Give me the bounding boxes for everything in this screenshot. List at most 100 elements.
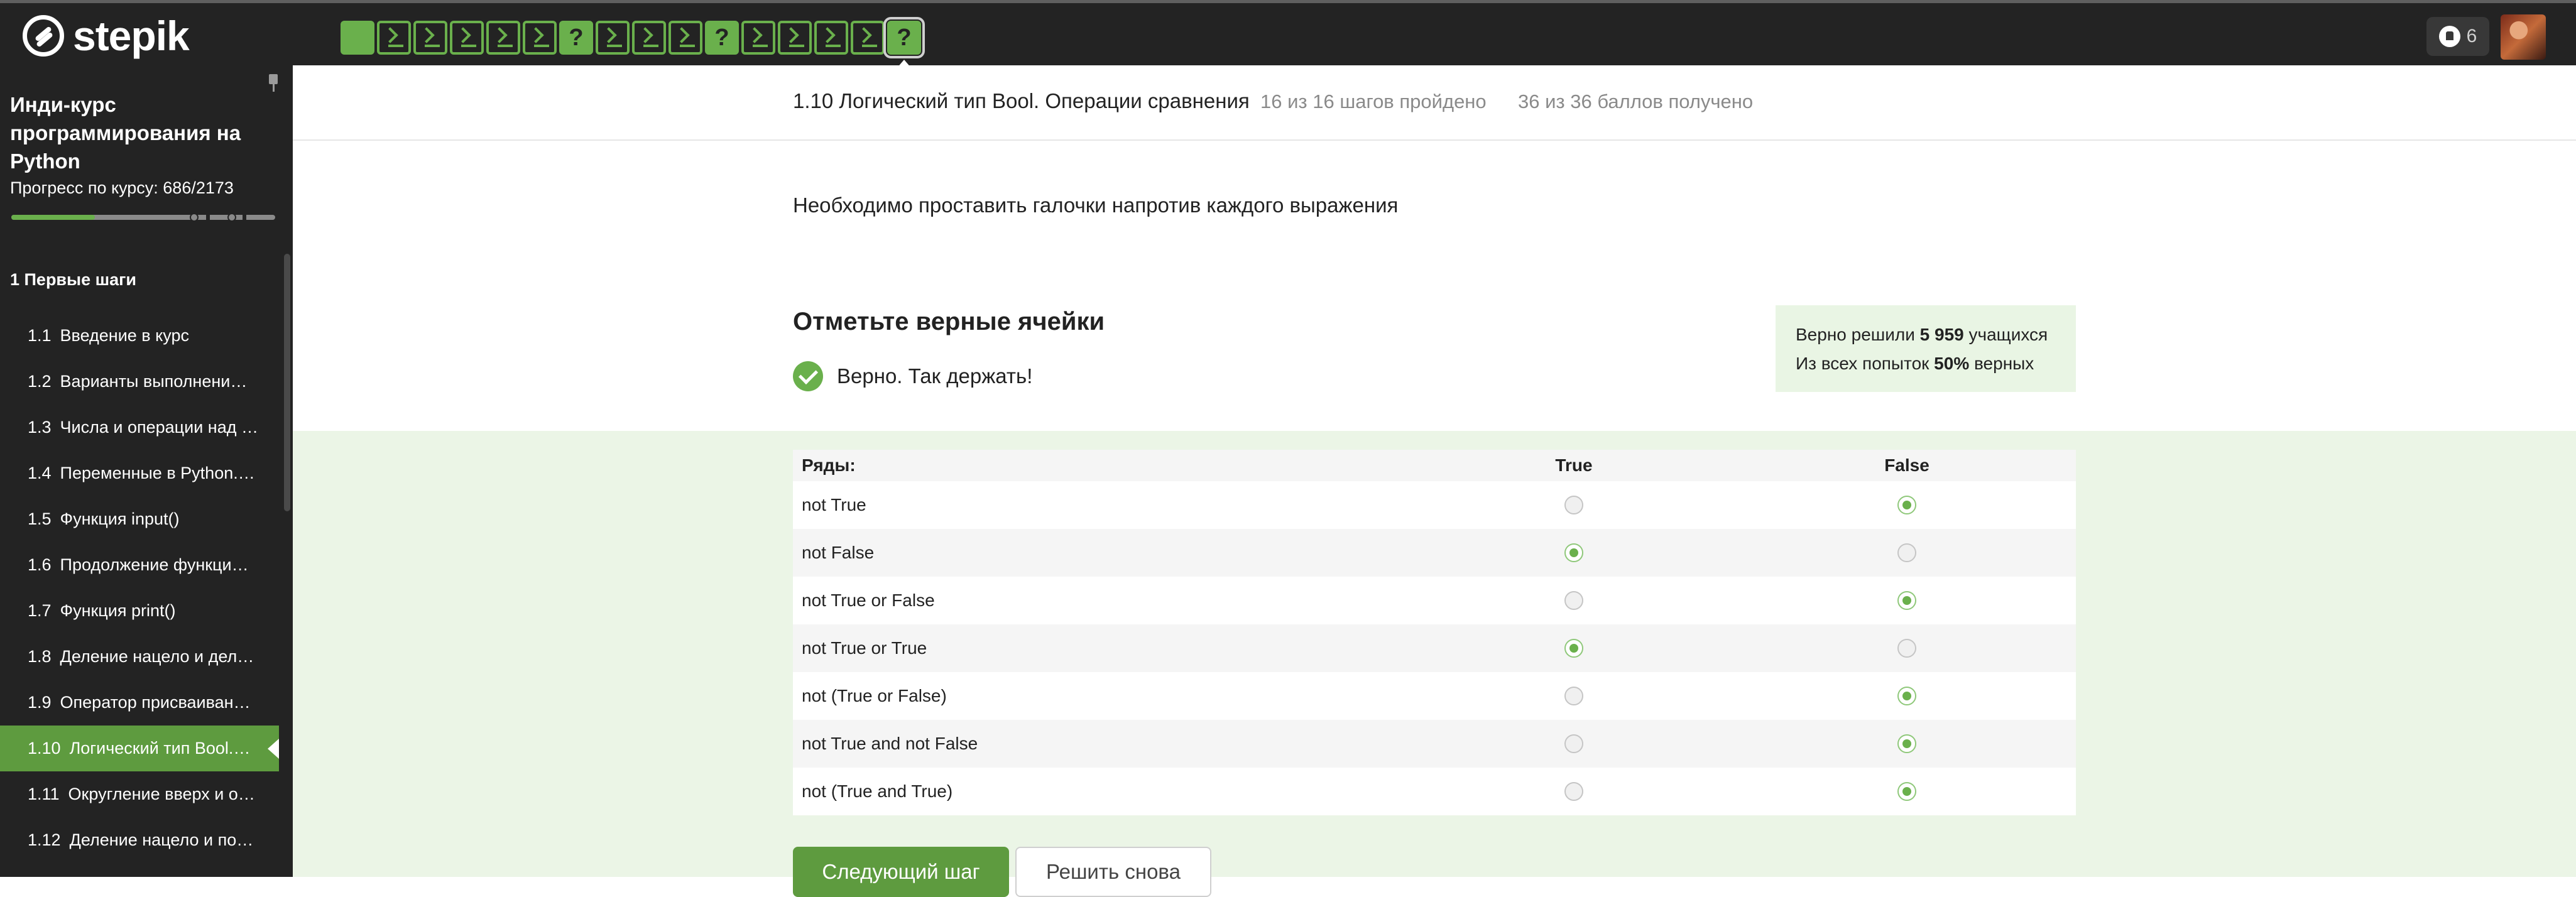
lesson-title: Числа и операции над …	[60, 418, 258, 437]
lesson-item[interactable]: 1.11 Округление вверх и о…	[0, 771, 279, 817]
lesson-item[interactable]: 1.5 Функция input()	[0, 496, 279, 542]
step-code[interactable]	[486, 21, 520, 55]
course-progress-fill	[11, 215, 95, 220]
radio-false[interactable]	[1897, 591, 1916, 610]
lesson-item[interactable]: 1.7 Функция print()	[0, 588, 279, 634]
step-code[interactable]	[523, 21, 557, 55]
step-code[interactable]	[851, 21, 885, 55]
lesson-header: 1.10 Логический тип Bool. Операции сравн…	[293, 65, 2576, 141]
radio-true[interactable]	[1564, 543, 1583, 562]
step-code[interactable]	[413, 21, 447, 55]
correct-message: Верно. Так держать!	[837, 364, 1033, 388]
stepik-logo[interactable]: stepik	[23, 13, 190, 59]
radio-false[interactable]	[1897, 734, 1916, 753]
table-row: not True or True	[793, 624, 2076, 672]
row-expression: not True and not False	[802, 734, 978, 753]
radio-true[interactable]	[1564, 496, 1583, 514]
main-content: 1.10 Логический тип Bool. Операции сравн…	[293, 65, 2576, 897]
table-row: not (True or False)	[793, 672, 2076, 720]
step-code[interactable]	[669, 21, 702, 55]
radio-false[interactable]	[1897, 496, 1916, 514]
lesson-title: Варианты выполнени…	[60, 372, 248, 391]
lesson-title: Функция input()	[60, 509, 180, 528]
lesson-item[interactable]: 1.8 Деление нацело и дел…	[0, 634, 279, 680]
correct-feedback: Верно. Так держать!	[793, 361, 1032, 392]
lesson-item[interactable]: 1.1 Введение в курс	[0, 313, 279, 359]
radio-false[interactable]	[1897, 639, 1916, 658]
logo-text: stepik	[73, 13, 190, 59]
step-code[interactable]	[596, 21, 630, 55]
lesson-number: 1.8	[28, 647, 52, 666]
lesson-item[interactable]: 1.4 Переменные в Python.…	[0, 450, 279, 496]
row-expression: not True or False	[802, 590, 935, 610]
lesson-number: 1.4	[28, 464, 52, 482]
solve-stats: Верно решили 5 959 учащихся Из всех попы…	[1776, 305, 2076, 392]
radio-true[interactable]	[1564, 591, 1583, 610]
row-expression: not (True or False)	[802, 686, 947, 705]
lesson-number: 1.7	[28, 601, 52, 620]
stats-attempts-line: Из всех попыток 50% верных	[1796, 354, 2034, 373]
sidebar-scrollbar[interactable]	[284, 254, 290, 511]
step-code[interactable]	[450, 21, 484, 55]
module-title[interactable]: 1 Первые шаги	[10, 270, 136, 290]
notifications-button[interactable]: 6	[2426, 17, 2489, 56]
course-title[interactable]: Инди-курс программирования на Python	[10, 90, 261, 175]
row-expression: not True or True	[802, 638, 927, 658]
lesson-item-current[interactable]: 1.10 Логический тип Bool.…	[0, 726, 279, 771]
table-row: not True	[793, 481, 2076, 529]
table-row: not True or False	[793, 577, 2076, 624]
user-avatar[interactable]	[2501, 14, 2546, 60]
notifications-count: 6	[2466, 26, 2477, 46]
row-expression: not True	[802, 495, 866, 514]
lesson-number: 1.5	[28, 509, 52, 528]
radio-true[interactable]	[1564, 639, 1583, 658]
lesson-title: Деление нацело и по…	[69, 830, 254, 849]
radio-true[interactable]	[1564, 734, 1583, 753]
course-progress-label: Прогресс по курсу: 686/2173	[10, 178, 234, 197]
lesson-points: 36 из 36 баллов получено	[1518, 90, 1754, 112]
lesson-title: 1.10 Логический тип Bool. Операции сравн…	[793, 89, 1250, 112]
step-text[interactable]	[341, 21, 374, 55]
lesson-item[interactable]: 1.9 Оператор присваиван…	[0, 680, 279, 726]
row-expression: not False	[802, 543, 875, 562]
course-progress-bar	[11, 213, 275, 222]
progress-marker	[190, 213, 199, 222]
quiz-title: Отметьте верные ячейки	[793, 308, 1105, 335]
stepik-logo-icon	[23, 15, 64, 57]
step-code[interactable]	[814, 21, 848, 55]
step-code[interactable]	[632, 21, 666, 55]
progress-separator	[243, 215, 246, 220]
column-header-false: False	[1884, 455, 1929, 475]
radio-false[interactable]	[1897, 782, 1916, 801]
step-code[interactable]	[778, 21, 812, 55]
solved-count: 5 959	[1919, 325, 1964, 344]
notification-icon	[2438, 26, 2460, 47]
progress-marker	[227, 213, 236, 222]
lesson-item[interactable]: 1.2 Варианты выполнени…	[0, 359, 279, 405]
lesson-title: Логический тип Bool.…	[69, 739, 251, 758]
step-code[interactable]	[377, 21, 411, 55]
lesson-title: Введение в курс	[60, 326, 189, 345]
lesson-number: 1.12	[28, 830, 61, 849]
radio-true[interactable]	[1564, 782, 1583, 801]
course-sidebar: Инди-курс программирования на Python Про…	[0, 65, 293, 877]
lesson-number: 1.1	[28, 326, 52, 345]
radio-false[interactable]	[1897, 687, 1916, 705]
retry-button[interactable]: Решить снова	[1015, 847, 1211, 897]
lesson-number: 1.3	[28, 418, 52, 437]
lesson-item[interactable]: 1.6 Продолжение функци…	[0, 542, 279, 588]
lesson-item[interactable]: 1.3 Числа и операции над …	[0, 405, 279, 450]
lesson-title: Деление нацело и дел…	[60, 647, 254, 666]
radio-false[interactable]	[1897, 543, 1916, 562]
radio-true[interactable]	[1564, 687, 1583, 705]
table-row: not True and not False	[793, 720, 2076, 768]
next-step-button[interactable]: Следующий шаг	[793, 847, 1009, 897]
lesson-steps-progress: 16 из 16 шагов пройдено	[1260, 90, 1487, 112]
table-header-row: Ряды: True False	[793, 450, 2076, 481]
lesson-item[interactable]: 1.12 Деление нацело и по…	[0, 817, 279, 863]
step-quiz[interactable]: ?	[559, 21, 593, 55]
step-quiz-current[interactable]: ?	[883, 17, 925, 68]
pin-icon[interactable]	[266, 74, 280, 93]
step-code[interactable]	[741, 21, 775, 55]
step-quiz[interactable]: ?	[705, 21, 739, 55]
